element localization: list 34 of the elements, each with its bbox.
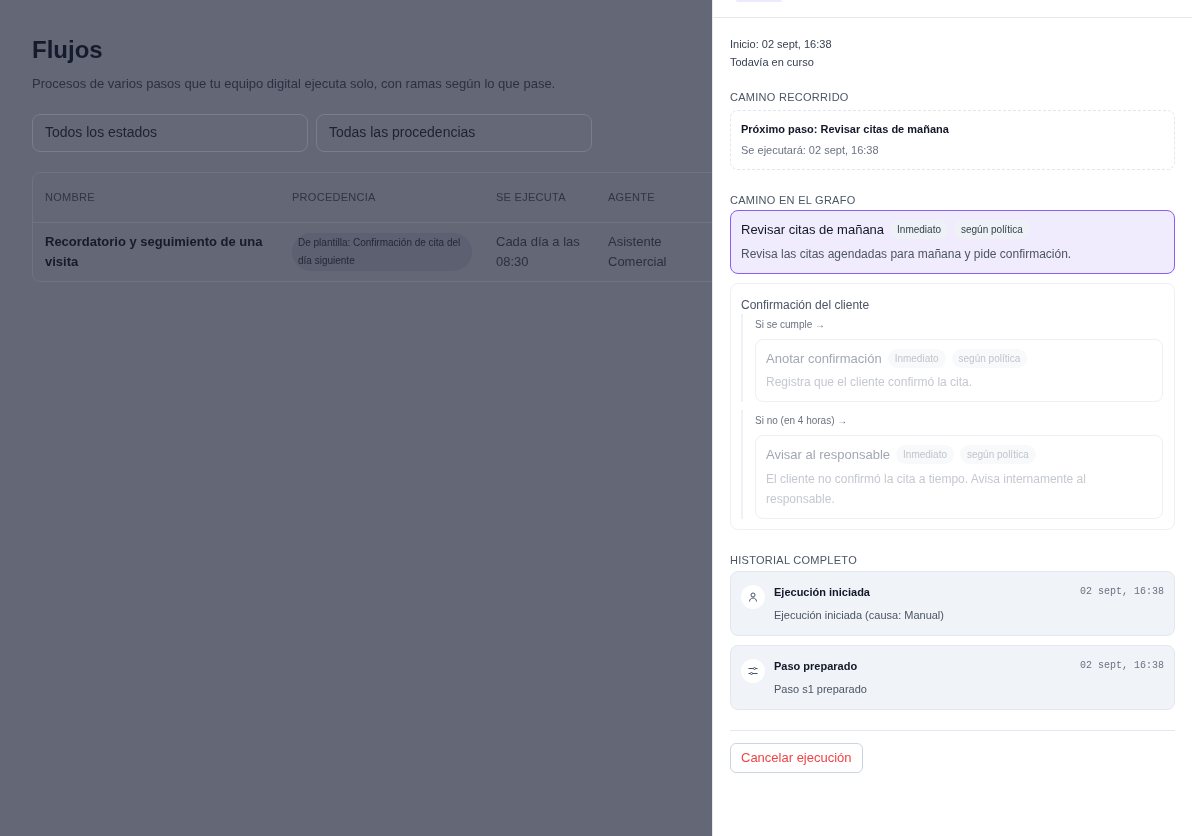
filter-select[interactable]: Todos los estados (32, 113, 308, 152)
step-title: Anotar confirmación (766, 349, 882, 368)
step-title: Revisar citas de mañana (741, 221, 885, 239)
history-title: Paso preparado (774, 659, 858, 674)
step-description: El cliente no confirmó la cita a tiempo. Avisa internamente al responsable. (766, 470, 1087, 508)
person-icon (747, 591, 759, 603)
section-heading: CAMINO EN EL GRAFO (730, 192, 857, 208)
history-detail: Ejecución iniciada (causa: Manual) (774, 607, 945, 623)
run-status: Todavía en curso (730, 55, 815, 70)
history-title: Ejecución iniciada (774, 585, 870, 600)
table-cell-text: Cada día a las 08:30 (496, 232, 581, 271)
history-time: 02 sept, 16:38 (1080, 585, 1164, 599)
step-description: Revisa las citas agendadas para mañana y pide confirmación. (741, 245, 1073, 263)
section-heading: CAMINO RECORRIDO (730, 90, 850, 105)
page-title: Flujos (32, 35, 104, 65)
filter-select[interactable]: Todas las procedencias (316, 113, 592, 152)
step-tag: según política (954, 220, 1030, 240)
sliders-icon (747, 665, 759, 677)
step-tag: Inmediato (890, 220, 948, 240)
step-description: Registra que el cliente confirmó la cita. (766, 374, 974, 391)
next-step-time: Se ejecutará: 02 sept, 16:38 (741, 143, 880, 158)
table-cell-text: Asistente Comercial (608, 232, 668, 271)
table-cell-text: Recordatorio y seguimiento de una visita (44, 233, 264, 271)
history-time: 02 sept, 16:38 (1080, 659, 1164, 673)
next-step: Próximo paso: Revisar citas de mañana (741, 120, 1164, 137)
step-title: Avisar al responsable (766, 446, 891, 464)
history-detail: Paso s1 preparado (774, 681, 868, 697)
branch-label: Si se cumple → (755, 317, 827, 332)
section-heading: HISTORIAL COMPLETO (730, 552, 858, 568)
branch-label: Si no (en 4 horas) → (755, 414, 849, 428)
condition-title: Confirmación del cliente (741, 296, 871, 314)
page-subtitle: Procesos de varios pasos que tu equipo digital ejecuta solo, con ramas según lo que pase. (32, 75, 557, 93)
cancel-button[interactable]: Cancelar ejecución (730, 743, 863, 773)
start-time: Inicio: 02 sept, 16:38 (730, 37, 833, 52)
